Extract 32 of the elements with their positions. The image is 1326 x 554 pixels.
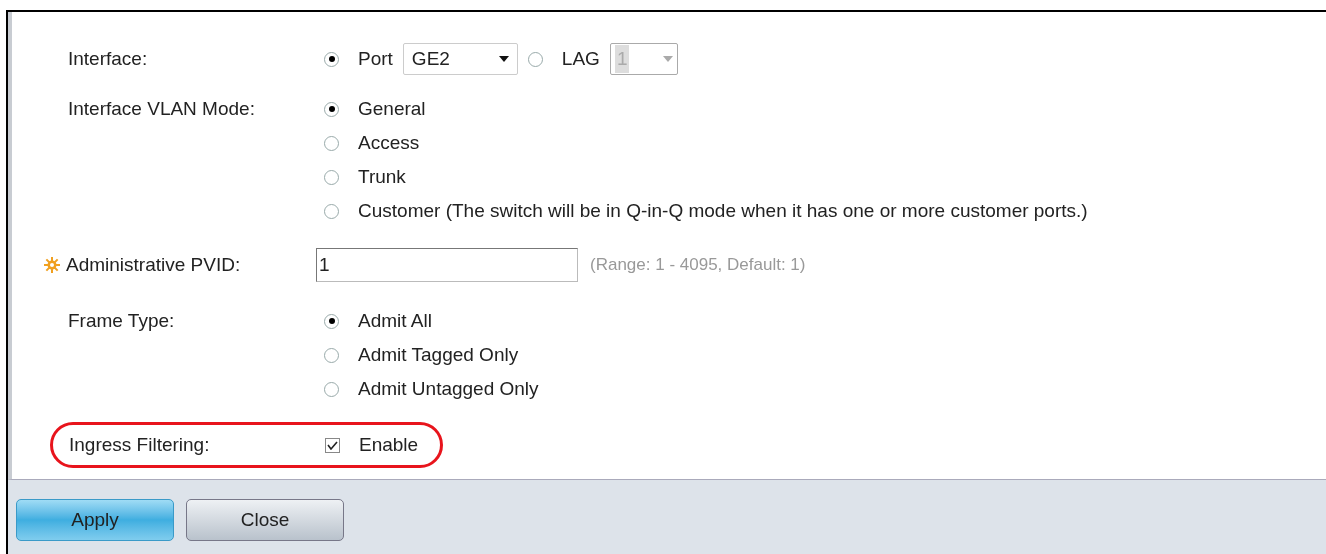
radio-button[interactable] (324, 169, 339, 185)
radio-label: Admit All (358, 308, 432, 333)
field-label: Ingress Filtering: (69, 433, 210, 455)
radio-button[interactable] (527, 51, 543, 67)
button[interactable]: Close (186, 499, 344, 541)
input-field[interactable]: 1 (316, 248, 578, 282)
radio-button[interactable] (324, 203, 339, 219)
radio-button[interactable] (324, 101, 339, 117)
field-label: Interface VLAN Mode: (68, 96, 255, 121)
field-label: Frame Type: (68, 308, 175, 333)
dropdown[interactable]: GE2 (402, 43, 518, 75)
checkbox-label: Enable (359, 432, 419, 457)
field-label: Interface: (68, 46, 148, 71)
radio-label: Trunk (358, 164, 406, 189)
radio-button[interactable] (324, 135, 339, 151)
button[interactable]: Apply (16, 499, 174, 541)
radio-label: Access (358, 130, 420, 155)
radio-label: Port (358, 46, 393, 71)
radio-label: Admit Untagged Only (358, 376, 539, 401)
radio-label: Customer (The switch will be in Q-in-Q mode when it has one or more customer ports.) (358, 198, 1088, 223)
radio-label: General (358, 96, 426, 121)
caret-icon (662, 56, 673, 62)
caret-icon (498, 56, 509, 62)
radio-button[interactable] (324, 51, 339, 67)
radio-button[interactable] (324, 381, 339, 397)
checkbox[interactable] (325, 437, 340, 453)
radio-label: Admit Tagged Only (358, 342, 519, 367)
radio-button[interactable] (324, 347, 339, 363)
field-label: Administrative PVID: (66, 252, 241, 277)
radio-label: LAG (561, 46, 600, 71)
hint-text: (Range: 1 - 4095, Default: 1) (590, 254, 806, 277)
radio-button[interactable] (324, 313, 339, 329)
